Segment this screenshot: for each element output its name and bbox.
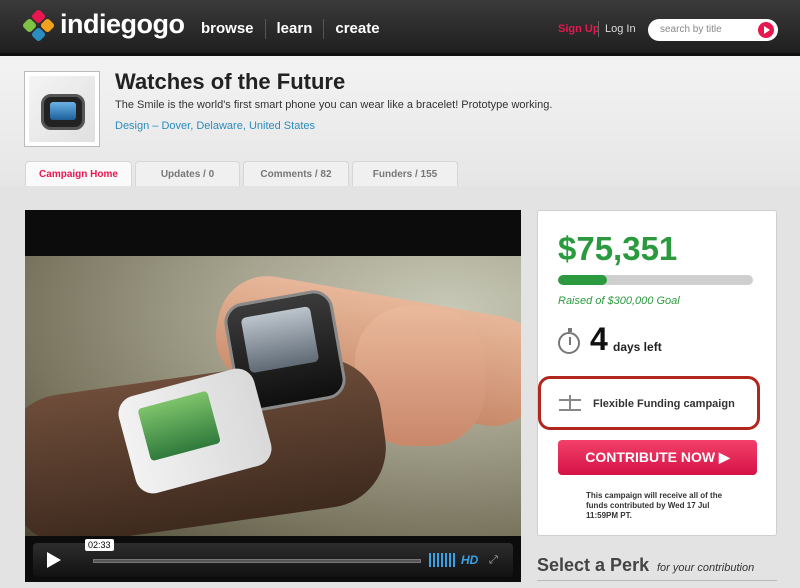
nav-learn[interactable]: learn xyxy=(266,19,325,39)
select-perk-heading: Select a Perk for your contribution xyxy=(537,555,754,576)
page-title: Watches of the Future xyxy=(115,69,346,94)
logo[interactable]: indiegogo xyxy=(21,8,185,42)
funding-card: $75,351 Raised of $300,000 Goal 4 days l… xyxy=(537,210,777,536)
search-button-icon[interactable] xyxy=(758,22,774,38)
flexible-funding-highlight: Flexible Funding campaign xyxy=(538,376,760,430)
country-link[interactable]: United States xyxy=(249,120,315,132)
campaign-thumbnail xyxy=(24,71,100,147)
category-link[interactable]: Design xyxy=(115,120,149,132)
search-input[interactable]: search by title xyxy=(648,19,778,41)
nav-browse[interactable]: browse xyxy=(190,19,266,39)
days-left-label: days left xyxy=(613,340,662,354)
stopwatch-icon xyxy=(558,328,580,354)
fullscreen-icon[interactable]: ⤢ xyxy=(489,554,498,567)
funding-progress-bar xyxy=(558,275,753,285)
login-link[interactable]: Log In xyxy=(605,23,636,35)
video-controls: 02:33 HD ⤢ xyxy=(33,539,513,577)
state-link[interactable]: Delaware xyxy=(196,120,242,132)
logo-icon xyxy=(21,8,56,42)
tab-campaign-home[interactable]: Campaign Home xyxy=(25,161,132,186)
funding-progress-fill xyxy=(558,275,607,285)
search-placeholder: search by title xyxy=(660,24,722,35)
tab-funders[interactable]: Funders / 155 xyxy=(352,161,458,186)
divider xyxy=(598,21,599,37)
logo-text: indiegogo xyxy=(60,9,185,39)
video-player[interactable]: 02:33 HD ⤢ xyxy=(25,210,521,582)
city-link[interactable]: Dover xyxy=(161,120,190,132)
contribute-now-button[interactable]: CONTRIBUTE NOW ▶ xyxy=(558,440,757,475)
perk-title: Select a Perk xyxy=(537,555,650,575)
funding-note: This campaign will receive all of the fu… xyxy=(586,491,723,520)
flexible-funding-label: Flexible Funding campaign xyxy=(593,398,735,410)
goal-text: Raised of $300,000 Goal xyxy=(558,295,680,307)
days-left-number: 4 xyxy=(590,321,608,357)
perk-subtitle: for your contribution xyxy=(657,562,755,574)
campaign-tabs: Campaign Home Updates / 0 Comments / 82 … xyxy=(25,161,461,186)
nav-create[interactable]: create xyxy=(324,19,390,39)
tab-updates[interactable]: Updates / 0 xyxy=(135,161,240,186)
video-time: 02:33 xyxy=(85,539,114,551)
video-frame[interactable] xyxy=(25,256,521,536)
campaign-location: Design – Dover, Delaware, United States xyxy=(115,120,315,132)
tab-comments[interactable]: Comments / 82 xyxy=(243,161,349,186)
main-nav: browse learn create xyxy=(190,19,391,39)
location-separator: – xyxy=(149,120,162,132)
volume-icon[interactable] xyxy=(429,553,455,567)
video-progress-track[interactable] xyxy=(93,559,421,563)
top-nav: indiegogo browse learn create Sign Up Lo… xyxy=(0,0,800,56)
hd-toggle[interactable]: HD xyxy=(461,553,478,567)
divider xyxy=(537,580,777,581)
play-icon[interactable] xyxy=(47,552,61,568)
scale-icon xyxy=(559,395,581,411)
campaign-subtitle: The Smile is the world's first smart pho… xyxy=(115,99,553,111)
signup-link[interactable]: Sign Up xyxy=(558,23,600,35)
amount-raised: $75,351 xyxy=(558,230,678,267)
